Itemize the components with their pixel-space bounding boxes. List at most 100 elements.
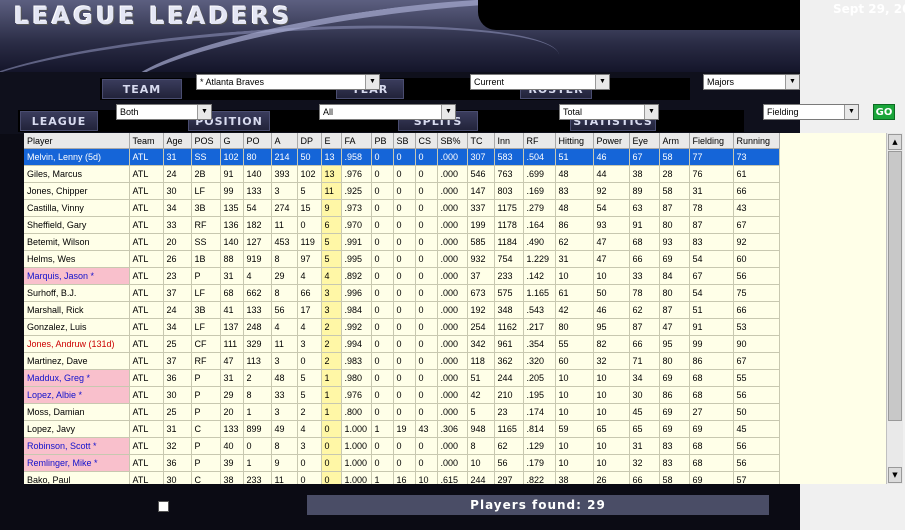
column-header[interactable]: A — [271, 133, 298, 149]
stat-cell: 60 — [555, 352, 594, 370]
stat-cell: 56 — [494, 454, 524, 472]
stat-cell: 140 — [220, 233, 244, 251]
stat-cell: P — [191, 267, 221, 285]
column-header[interactable]: Running — [733, 133, 780, 149]
table-row[interactable]: Maddux, Greg * ATL 36 P 31 2 48 5 1.980 0 0 0.000 51… — [24, 369, 780, 387]
column-header[interactable]: E — [321, 133, 342, 149]
table-row[interactable]: Marshall, Rick ATL 24 3B 41 133 56 17 3.984 0 0 0.0… — [24, 301, 780, 319]
table-row[interactable]: Lopez, Albie * ATL 30 P 29 8 33 5 1.976 0 0 0.000 42… — [24, 386, 780, 404]
tab-league[interactable]: LEAGUE — [20, 111, 98, 131]
stat-cell: 4 — [243, 267, 272, 285]
column-header[interactable]: Age — [163, 133, 192, 149]
stat-cell: 69 — [689, 471, 734, 484]
table-row[interactable]: Giles, Marcus ATL 24 2B 91 140 393 102 13.976 0 0 0… — [24, 165, 780, 183]
stat-cell: 13 — [321, 165, 342, 183]
stat-cell: 0 — [415, 267, 438, 285]
stat-cell: 61 — [555, 284, 594, 302]
stat-cell: .980 — [341, 369, 372, 387]
column-header[interactable]: Arm — [659, 133, 690, 149]
column-header[interactable]: PO — [243, 133, 272, 149]
stat-cell: 77 — [689, 148, 734, 166]
stat-cell: 68 — [689, 369, 734, 387]
table-row[interactable]: Marquis, Jason * ATL 23 P 31 4 29 4 4.892 0 0 0.000… — [24, 267, 780, 285]
stat-cell: 0 — [393, 148, 416, 166]
table-row[interactable]: Melvin, Lenny (5d) ATL 31 SS 102 80 214 50 13.95… — [24, 148, 780, 166]
stat-cell: 0 — [415, 148, 438, 166]
go-button[interactable]: GO — [873, 104, 895, 120]
stat-cell: .142 — [523, 267, 556, 285]
league-select[interactable]: Both ▼ — [116, 104, 212, 120]
tab-team[interactable]: TEAM — [102, 79, 182, 99]
table-row[interactable]: Remlinger, Mike * ATL 36 P 39 1 9 0 0 1.000 0 0 0.00… — [24, 454, 780, 472]
table-row[interactable]: Martinez, Dave ATL 37 RF 47 113 3 0 2.983 0 0 0.000… — [24, 352, 780, 370]
column-header[interactable]: Team — [129, 133, 164, 149]
stat-type-select[interactable]: Fielding ▼ — [763, 104, 859, 120]
stat-cell: 0 — [393, 403, 416, 421]
column-header[interactable]: PB — [371, 133, 394, 149]
column-header[interactable]: SB — [393, 133, 416, 149]
table-row[interactable]: Jones, Andruw (131d) ATL 25 CF 111 329 11 3 2.99… — [24, 335, 780, 353]
level-select[interactable]: Majors ▼ — [703, 74, 800, 90]
column-header[interactable]: RF — [523, 133, 556, 149]
stat-cell: 5 — [297, 369, 322, 387]
position-select[interactable]: All ▼ — [319, 104, 456, 120]
stat-cell: 0 — [321, 420, 342, 438]
stat-cell: 147 — [467, 182, 495, 200]
column-header[interactable]: G — [220, 133, 244, 149]
stat-cell: 8 — [271, 250, 298, 268]
stat-cell: 54 — [689, 250, 734, 268]
column-header[interactable]: Power — [593, 133, 630, 149]
stat-cell: 4 — [321, 267, 342, 285]
stat-cell: RF — [191, 352, 221, 370]
column-header[interactable]: Fielding — [689, 133, 734, 149]
scroll-thumb[interactable] — [888, 151, 902, 421]
stat-cell: 0 — [415, 369, 438, 387]
stat-cell: 102 — [220, 148, 244, 166]
stat-cell: 0 — [371, 386, 394, 404]
table-row[interactable]: Jones, Chipper ATL 30 LF 99 133 3 5 11.925 0 0 0.00… — [24, 182, 780, 200]
table-row[interactable]: Surhoff, B.J. ATL 37 LF 68 662 8 66 3.996 0 0 0.000… — [24, 284, 780, 302]
column-header[interactable]: SB% — [437, 133, 468, 149]
table-row[interactable]: Bako, Paul ATL 30 C 38 233 11 0 0 1.000 1 16 10.615 2… — [24, 471, 780, 484]
table-row[interactable]: Castilla, Vinny ATL 34 3B 135 54 274 15 9.973 0 0 0… — [24, 199, 780, 217]
player-name-cell: Sheffield, Gary — [24, 216, 130, 234]
stat-cell: 86 — [689, 352, 734, 370]
team-select[interactable]: * Atlanta Braves ▼ — [196, 74, 380, 90]
column-header[interactable]: POS — [191, 133, 221, 149]
column-header[interactable]: Hitting — [555, 133, 594, 149]
stat-cell: 3 — [271, 182, 298, 200]
vertical-scrollbar[interactable]: ▲ ▼ — [886, 133, 903, 484]
stat-cell: 56 — [733, 267, 780, 285]
table-row[interactable]: Robinson, Scott * ATL 32 P 40 0 8 3 0 1.000 0 0 0.00… — [24, 437, 780, 455]
stat-cell: 0 — [393, 301, 416, 319]
scroll-down-icon[interactable]: ▼ — [888, 467, 902, 483]
stat-cell: 133 — [243, 301, 272, 319]
table-row[interactable]: Gonzalez, Luis ATL 34 LF 137 248 4 4 2.992 0 0 0.00… — [24, 318, 780, 336]
stat-cell: .354 — [523, 335, 556, 353]
splits-select[interactable]: Total ▼ — [559, 104, 659, 120]
stat-cell: .983 — [341, 352, 372, 370]
column-header[interactable]: FA — [341, 133, 372, 149]
stat-cell: 86 — [555, 216, 594, 234]
stat-cell: LF — [191, 318, 221, 336]
stat-cell: 0 — [393, 318, 416, 336]
column-header[interactable]: DP — [297, 133, 322, 149]
column-header[interactable]: Eye — [629, 133, 660, 149]
table-row[interactable]: Lopez, Javy ATL 31 C 133 899 49 4 0 1.000 1 19 43.30… — [24, 420, 780, 438]
stat-cell: 297 — [494, 471, 524, 484]
stat-cell: 1.000 — [341, 454, 372, 472]
column-header[interactable]: CS — [415, 133, 438, 149]
checkbox[interactable] — [158, 501, 169, 512]
period-select[interactable]: Current ▼ — [470, 74, 610, 90]
stat-cell: ATL — [129, 335, 164, 353]
stat-cell: 17 — [297, 301, 322, 319]
table-row[interactable]: Helms, Wes ATL 26 1B 88 919 8 97 5.995 0 0 0.000 932… — [24, 250, 780, 268]
column-header[interactable]: TC — [467, 133, 495, 149]
table-row[interactable]: Moss, Damian ATL 25 P 20 1 3 2 1.800 0 0 0.000 5 23.1… — [24, 403, 780, 421]
table-row[interactable]: Sheffield, Gary ATL 33 RF 136 182 11 0 6.970 0 0 0.… — [24, 216, 780, 234]
column-header[interactable]: Player — [24, 133, 130, 149]
column-header[interactable]: Inn — [494, 133, 524, 149]
scroll-up-icon[interactable]: ▲ — [888, 134, 902, 150]
table-row[interactable]: Betemit, Wilson ATL 20 SS 140 127 453 119 5.991 0… — [24, 233, 780, 251]
player-name-cell: Remlinger, Mike * — [24, 454, 130, 472]
